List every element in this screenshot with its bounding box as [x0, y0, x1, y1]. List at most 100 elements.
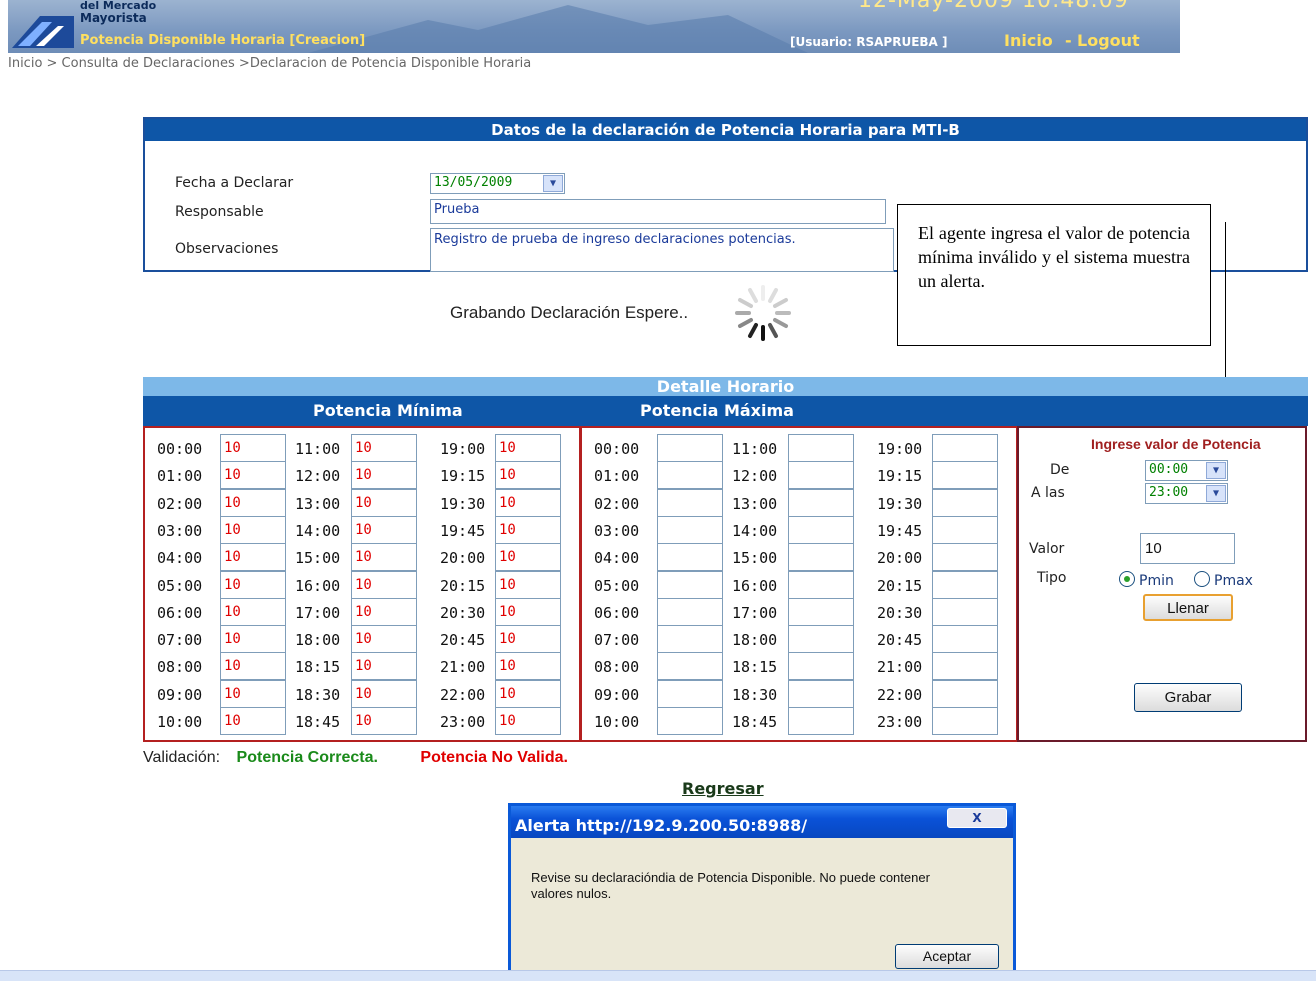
pmax-value-input[interactable] — [788, 597, 854, 626]
pmax-value-input[interactable] — [657, 679, 723, 708]
pmax-value-input[interactable] — [657, 515, 723, 544]
pmax-value-input[interactable] — [788, 570, 854, 599]
pmin-value-input[interactable]: 10 — [220, 461, 286, 490]
pmax-value-input[interactable] — [932, 434, 998, 462]
pmin-label: Pmin — [1139, 573, 1174, 589]
pmin-value-input[interactable]: 10 — [351, 543, 417, 572]
pmax-time-label: 08:00 — [594, 658, 640, 677]
pmin-value-input[interactable]: 10 — [495, 434, 561, 462]
pmax-value-input[interactable] — [932, 515, 998, 544]
pmin-value-input[interactable]: 10 — [495, 543, 561, 572]
pmax-value-input[interactable] — [932, 597, 998, 626]
pmin-time-label: 00:00 — [157, 440, 203, 458]
horizontal-scrollbar[interactable] — [0, 970, 1316, 981]
pmax-value-input[interactable] — [932, 543, 998, 572]
pmax-value-input[interactable] — [932, 625, 998, 654]
pmax-value-input[interactable] — [657, 488, 723, 517]
pmin-value-input[interactable]: 10 — [495, 461, 561, 490]
pmax-radio[interactable] — [1194, 571, 1210, 587]
pmax-value-input[interactable] — [932, 570, 998, 599]
pmax-value-input[interactable] — [932, 652, 998, 681]
alas-select[interactable]: 23:00 ▼ — [1145, 483, 1228, 504]
page-title: Potencia Disponible Horaria [Creacion] — [80, 33, 366, 48]
chevron-down-icon[interactable]: ▼ — [1206, 462, 1226, 479]
close-button[interactable]: X — [947, 808, 1007, 828]
pmin-time-label: 12:00 — [295, 467, 341, 486]
logo-icon — [12, 16, 74, 48]
pmin-value-input[interactable]: 10 — [220, 543, 286, 572]
pmax-value-input[interactable] — [657, 434, 723, 462]
pmax-value-input[interactable] — [657, 652, 723, 681]
pmin-value-input[interactable]: 10 — [495, 570, 561, 599]
valor-input[interactable]: 10 — [1140, 533, 1235, 564]
regresar-link[interactable]: Regresar — [682, 779, 764, 798]
pmax-value-input[interactable] — [932, 488, 998, 517]
pmin-value-input[interactable]: 10 — [220, 515, 286, 544]
pmin-value-input[interactable]: 10 — [220, 434, 286, 462]
pmin-value-input[interactable]: 10 — [495, 515, 561, 544]
pmax-value-input[interactable] — [657, 461, 723, 490]
pmin-value-input[interactable]: 10 — [351, 434, 417, 462]
responsable-input[interactable]: Prueba — [430, 199, 886, 224]
pmin-value-input[interactable]: 10 — [351, 488, 417, 517]
pmin-value-input[interactable]: 10 — [495, 707, 561, 735]
fill-panel: Ingrese valor de Potencia De 00:00 ▼ A l… — [1017, 426, 1307, 742]
pmax-value-input[interactable] — [788, 515, 854, 544]
pmax-value-input[interactable] — [788, 707, 854, 735]
pmax-value-input[interactable] — [657, 570, 723, 599]
pmin-value-input[interactable]: 10 — [351, 679, 417, 708]
pmin-value-input[interactable]: 10 — [220, 488, 286, 517]
pmin-value-input[interactable]: 10 — [220, 652, 286, 681]
pmax-time-label: 13:00 — [732, 494, 778, 513]
pmax-value-input[interactable] — [932, 707, 998, 735]
pmin-value-input[interactable]: 10 — [351, 570, 417, 599]
pmax-value-input[interactable] — [657, 707, 723, 735]
pmax-value-input[interactable] — [788, 434, 854, 462]
pmin-value-input[interactable]: 10 — [495, 679, 561, 708]
pmin-time-label: 19:00 — [440, 440, 486, 458]
aceptar-button[interactable]: Aceptar — [895, 944, 999, 969]
pmax-value-input[interactable] — [788, 543, 854, 572]
pmin-time-label: 10:00 — [157, 713, 203, 731]
valid-text: Potencia Correcta. — [236, 749, 378, 766]
pmin-radio[interactable] — [1119, 571, 1135, 587]
pmax-value-input[interactable] — [657, 597, 723, 626]
pmax-value-input[interactable] — [657, 625, 723, 654]
pmin-value-input[interactable]: 10 — [220, 679, 286, 708]
pmin-value-input[interactable]: 10 — [351, 597, 417, 626]
inicio-link[interactable]: Inicio — [1004, 31, 1053, 50]
pmax-value-input[interactable] — [932, 461, 998, 490]
fecha-select[interactable]: 13/05/2009 ▼ — [430, 173, 565, 194]
pmin-value-input[interactable]: 10 — [351, 515, 417, 544]
chevron-down-icon[interactable]: ▼ — [1206, 485, 1226, 502]
logout-link[interactable]: Logout — [1077, 31, 1140, 50]
pmax-value-input[interactable] — [932, 679, 998, 708]
valor-label: Valor — [1029, 541, 1065, 557]
pmax-value-input[interactable] — [788, 488, 854, 517]
pmin-time-label: 18:00 — [295, 631, 341, 650]
pmax-time-label: 04:00 — [594, 549, 640, 568]
pmin-value-input[interactable]: 10 — [220, 625, 286, 654]
observaciones-textarea[interactable]: Registro de prueba de ingreso declaracio… — [430, 228, 894, 272]
pmin-value-input[interactable]: 10 — [220, 707, 286, 735]
pmin-value-input[interactable]: 10 — [495, 597, 561, 626]
pmax-value-input[interactable] — [788, 461, 854, 490]
llenar-button[interactable]: Llenar — [1143, 594, 1233, 621]
pmax-value-input[interactable] — [788, 652, 854, 681]
pmax-value-input[interactable] — [788, 679, 854, 708]
pmin-value-input[interactable]: 10 — [351, 461, 417, 490]
pmax-value-input[interactable] — [657, 543, 723, 572]
pmin-value-input[interactable]: 10 — [351, 707, 417, 735]
pmin-value-input[interactable]: 10 — [495, 652, 561, 681]
pmin-value-input[interactable]: 10 — [220, 597, 286, 626]
pmax-value-input[interactable] — [788, 625, 854, 654]
grabar-button[interactable]: Grabar — [1134, 683, 1242, 712]
pmax-time-label: 18:15 — [732, 658, 778, 677]
pmin-value-input[interactable]: 10 — [351, 625, 417, 654]
pmin-value-input[interactable]: 10 — [351, 652, 417, 681]
pmin-value-input[interactable]: 10 — [495, 488, 561, 517]
de-select[interactable]: 00:00 ▼ — [1145, 460, 1228, 481]
pmin-value-input[interactable]: 10 — [495, 625, 561, 654]
pmin-value-input[interactable]: 10 — [220, 570, 286, 599]
chevron-down-icon[interactable]: ▼ — [543, 175, 563, 192]
